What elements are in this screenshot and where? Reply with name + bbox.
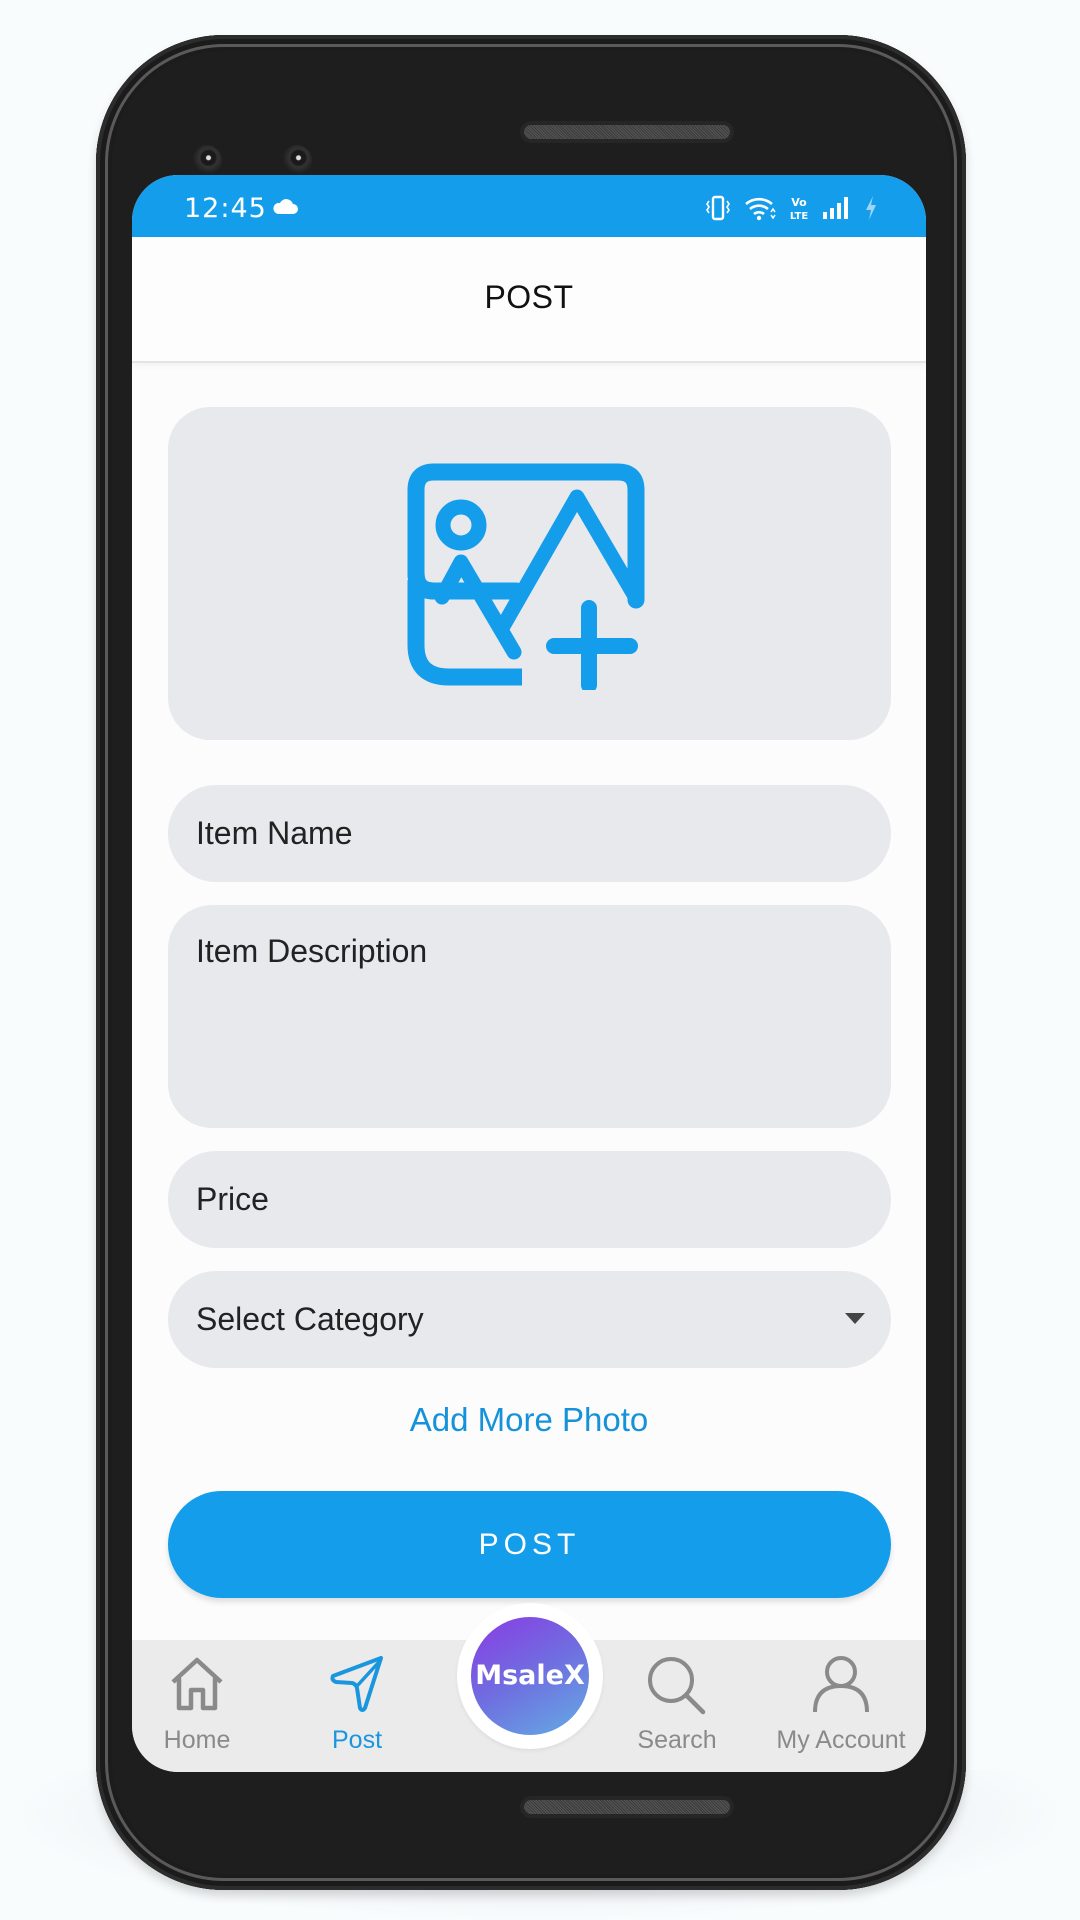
wifi-icon xyxy=(745,197,776,221)
nav-label-post: Post xyxy=(331,1726,383,1754)
nav-item-my-account[interactable]: My Account xyxy=(766,1640,916,1772)
home-icon xyxy=(171,1657,223,1711)
category-select[interactable]: Select Category xyxy=(168,1271,891,1368)
item-name-input[interactable]: Item Name xyxy=(168,785,891,882)
status-time: 12:45 xyxy=(184,193,267,224)
charging-icon xyxy=(866,196,876,220)
nav-label-home: Home xyxy=(163,1726,231,1754)
search-icon xyxy=(648,1657,706,1715)
bottom-speaker xyxy=(524,1800,730,1814)
earpiece-speaker xyxy=(524,125,730,139)
cloud-icon xyxy=(273,199,298,214)
nav-item-post[interactable]: Post xyxy=(282,1640,432,1772)
brand-logo: MsaleX xyxy=(471,1617,589,1735)
item-name-placeholder: Item Name xyxy=(196,815,353,851)
user-icon xyxy=(813,1656,869,1713)
post-button[interactable]: POST xyxy=(168,1491,891,1598)
add-photo-button[interactable] xyxy=(168,407,891,740)
svg-text:LTE: LTE xyxy=(790,211,808,221)
app-header: POST xyxy=(132,237,926,363)
price-input[interactable]: Price xyxy=(168,1151,891,1248)
item-description-placeholder: Item Description xyxy=(196,933,428,969)
page-title: POST xyxy=(484,279,574,315)
front-camera-icon xyxy=(192,145,222,177)
add-photo-icon xyxy=(407,463,645,690)
volte-icon: Vo LTE xyxy=(790,196,808,221)
category-selected-value: Select Category xyxy=(196,1301,424,1337)
nav-label-search: Search xyxy=(637,1726,717,1754)
nav-item-search[interactable]: Search xyxy=(602,1640,752,1772)
signal-icon xyxy=(823,197,848,219)
vibrate-icon xyxy=(706,195,730,221)
item-description-textarea[interactable]: Item Description xyxy=(168,905,891,1128)
nav-item-home[interactable]: Home xyxy=(132,1640,272,1772)
app-screen: 12:45 Vo LTE POST Item Name Item Descrip… xyxy=(132,175,926,1772)
center-logo-button[interactable]: MsaleX xyxy=(457,1603,603,1749)
status-bar: 12:45 Vo LTE xyxy=(132,175,926,237)
send-icon xyxy=(330,1656,383,1712)
svg-text:Vo: Vo xyxy=(791,196,807,209)
nav-label-my-account: My Account xyxy=(776,1726,906,1754)
add-more-photo-link[interactable]: Add More Photo xyxy=(132,1401,926,1439)
dropdown-caret-icon xyxy=(845,1313,865,1324)
price-placeholder: Price xyxy=(196,1181,269,1217)
status-icons: Vo LTE xyxy=(706,193,878,223)
front-sensor-icon xyxy=(282,145,312,177)
